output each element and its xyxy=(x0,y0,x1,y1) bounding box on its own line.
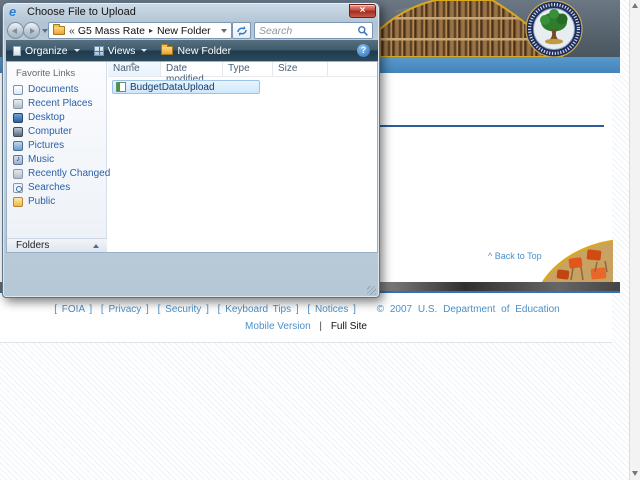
recent-places-icon xyxy=(13,98,23,109)
search-box xyxy=(254,22,373,39)
sidebar-item-computer[interactable]: Computer xyxy=(13,125,72,138)
sidebar-item-music[interactable]: Music xyxy=(13,153,54,166)
public-icon xyxy=(13,196,23,207)
footer-link-keyboard-tips[interactable]: [ Keyboard Tips ] xyxy=(218,304,299,315)
views-button[interactable]: Views xyxy=(87,40,155,61)
close-button[interactable]: × xyxy=(349,4,376,18)
sidebar-item-documents[interactable]: Documents xyxy=(13,83,79,96)
desktop-icon xyxy=(13,112,23,123)
sidebar-item-desktop[interactable]: Desktop xyxy=(13,111,65,124)
column-header-size[interactable]: Size xyxy=(273,62,328,76)
breadcrumb-dropdown-icon[interactable] xyxy=(221,28,227,33)
choose-file-dialog: e Choose File to Upload × « G5 Mass Rate… xyxy=(2,2,380,298)
footer-link-notices[interactable]: [ Notices ] xyxy=(307,304,355,315)
internet-explorer-icon: e xyxy=(9,4,17,19)
version-separator: | xyxy=(319,321,323,332)
breadcrumb-separator-icon: ▸ xyxy=(148,26,153,35)
file-list: Name Date modified Type Size BudgetDataU… xyxy=(108,62,377,252)
sidebar-item-public[interactable]: Public xyxy=(13,195,55,208)
footer-link-security[interactable]: [ Security ] xyxy=(158,304,209,315)
help-icon[interactable]: ? xyxy=(357,44,370,57)
file-list-header: Name Date modified Type Size xyxy=(108,62,377,85)
sidebar-item-pictures[interactable]: Pictures xyxy=(13,139,64,152)
breadcrumb-collapse-chevron[interactable]: « xyxy=(69,25,75,37)
documents-icon xyxy=(13,84,23,95)
dialog-toolbar: Organize Views New Folder ? xyxy=(6,40,378,61)
sidebar-item-searches[interactable]: Searches xyxy=(13,181,70,194)
sidebar-item-recent-places[interactable]: Recent Places xyxy=(13,97,92,110)
site-footer: [ FOIA ] [ Privacy ] [ Security ] [ Keyb… xyxy=(0,293,612,343)
new-folder-button[interactable]: New Folder xyxy=(154,40,238,61)
dialog-bottom-bar: File name: All Files (*.*) Open Cancel xyxy=(3,253,379,297)
favorite-links-sidebar: Favorite Links Documents Recent Places D… xyxy=(7,62,110,238)
resize-grip[interactable] xyxy=(367,286,376,295)
sidebar-item-recently-changed[interactable]: Recently Changed xyxy=(13,167,110,180)
screen: Reports Logout ^ Back to Top [ FOIA ] [ … xyxy=(0,0,640,480)
footer-link-privacy[interactable]: [ Privacy ] xyxy=(101,304,149,315)
refresh-icon xyxy=(236,25,247,36)
chevron-up-icon xyxy=(93,244,99,248)
breadcrumb[interactable]: « G5 Mass Rate ▸ New Folder xyxy=(48,22,232,39)
sort-ascending-icon xyxy=(130,62,136,65)
computer-icon xyxy=(13,126,23,137)
folder-icon xyxy=(53,24,65,35)
column-header-type[interactable]: Type xyxy=(223,62,273,76)
folders-expander[interactable]: Folders xyxy=(7,238,107,252)
refresh-button[interactable] xyxy=(232,22,251,39)
full-site-link[interactable]: Full Site xyxy=(331,321,367,332)
music-icon xyxy=(13,154,23,165)
chevron-down-icon xyxy=(73,49,80,52)
column-header-date-modified[interactable]: Date modified xyxy=(161,62,223,85)
column-header-name[interactable]: Name xyxy=(108,62,161,76)
breadcrumb-folder-parent[interactable]: G5 Mass Rate xyxy=(78,25,145,37)
scroll-up-icon[interactable] xyxy=(632,3,638,8)
back-button[interactable] xyxy=(7,22,24,39)
favorite-links-header: Favorite Links xyxy=(16,68,76,79)
breadcrumb-folder-current[interactable]: New Folder xyxy=(157,25,211,37)
back-to-top-link[interactable]: ^ Back to Top xyxy=(488,251,542,261)
address-bar: « G5 Mass Rate ▸ New Folder xyxy=(3,21,379,40)
pictures-icon xyxy=(13,140,23,151)
classroom-chairs-image xyxy=(540,239,613,284)
copyright-text: © 2007 U.S. Department of Education xyxy=(376,304,560,315)
page-scrollbar[interactable] xyxy=(629,0,640,480)
views-grid-icon xyxy=(93,45,104,56)
column-header-spacer xyxy=(328,62,377,76)
mobile-version-link[interactable]: Mobile Version xyxy=(245,321,311,332)
new-folder-icon xyxy=(161,44,174,55)
forward-button[interactable] xyxy=(23,22,40,39)
spreadsheet-file-icon xyxy=(116,82,126,92)
organize-button[interactable]: Organize xyxy=(6,40,87,61)
organize-icon xyxy=(13,45,21,56)
dialog-title-bar[interactable]: e Choose File to Upload × xyxy=(3,3,379,21)
dialog-main-panel: Favorite Links Documents Recent Places D… xyxy=(6,61,378,253)
dialog-title: Choose File to Upload xyxy=(27,6,136,18)
scroll-down-icon[interactable] xyxy=(632,471,638,476)
searches-icon xyxy=(13,182,23,193)
search-input[interactable] xyxy=(259,24,354,37)
file-row-selected[interactable]: BudgetDataUpload xyxy=(112,80,260,94)
recently-changed-icon xyxy=(13,168,23,179)
chevron-down-icon xyxy=(141,49,148,52)
footer-links-row: [ FOIA ] [ Privacy ] [ Security ] [ Keyb… xyxy=(0,304,612,315)
search-icon[interactable] xyxy=(357,25,369,37)
footer-link-foia[interactable]: [ FOIA ] xyxy=(54,304,92,315)
footer-version-row: Mobile Version | Full Site xyxy=(0,321,612,332)
dept-of-education-seal xyxy=(525,0,583,58)
